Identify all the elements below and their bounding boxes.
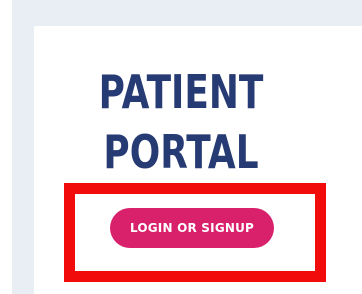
login-or-signup-button[interactable]: LOGIN OR SIGNUP xyxy=(110,208,274,248)
title-line-portal: PORTAL xyxy=(103,125,259,179)
page-title: PATIENT PORTAL xyxy=(66,62,295,182)
title-line-patient: PATIENT xyxy=(98,65,264,119)
